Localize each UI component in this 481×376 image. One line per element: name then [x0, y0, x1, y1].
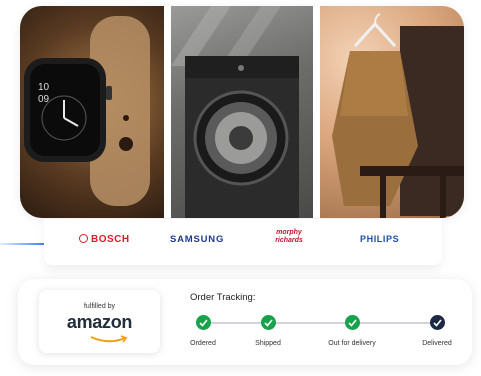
- step-label-shipped: Shipped: [255, 340, 281, 347]
- bosch-logo: BOSCH: [79, 234, 130, 245]
- bosch-emblem-icon: [79, 234, 88, 243]
- fulfilled-by-label: fulfilled by: [83, 303, 116, 310]
- amazon-smile-icon: [90, 335, 128, 343]
- step-out-for-delivery-icon: [345, 315, 360, 330]
- order-status-card: fulfilled by amazon Order Tracking: Orde…: [18, 279, 472, 365]
- brand-logos-strip: BOSCH SAMSUNG morphy richards PHILIPS: [44, 219, 442, 265]
- order-tracking-title: Order Tracking:: [190, 292, 256, 303]
- step-shipped-icon: [261, 315, 276, 330]
- accent-line: [0, 243, 44, 245]
- product-collage: 10 09: [20, 6, 464, 218]
- svg-text:09: 09: [38, 94, 50, 105]
- washing-machine-image: [171, 6, 313, 218]
- step-label-delivered: Delivered: [422, 340, 452, 347]
- apparel-image: [320, 6, 464, 218]
- smartwatch-image: 10 09: [20, 6, 164, 218]
- svg-text:10: 10: [38, 82, 50, 93]
- philips-logo: PHILIPS: [360, 234, 400, 244]
- fulfilled-by-amazon-badge: fulfilled by amazon: [39, 290, 160, 353]
- morphy-richards-logo: morphy richards: [275, 229, 303, 244]
- amazon-logo: amazon: [66, 312, 133, 332]
- step-label-ordered: Ordered: [190, 340, 216, 347]
- step-label-out-for-delivery: Out for delivery: [328, 340, 376, 347]
- samsung-logo: SAMSUNG: [170, 234, 225, 245]
- tracking-progress-line: [208, 322, 438, 324]
- step-ordered-icon: [196, 315, 211, 330]
- step-delivered-icon: [430, 315, 445, 330]
